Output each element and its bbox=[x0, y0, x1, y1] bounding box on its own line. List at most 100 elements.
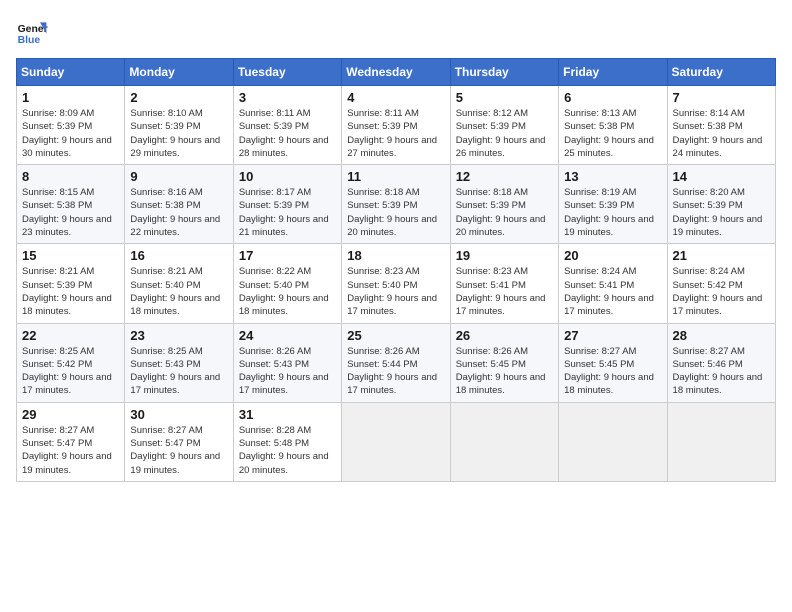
calendar-day-cell: 3 Sunrise: 8:11 AMSunset: 5:39 PMDaylight… bbox=[233, 86, 341, 165]
day-number: 13 bbox=[564, 169, 661, 184]
day-info: Sunrise: 8:22 AMSunset: 5:40 PMDaylight:… bbox=[239, 265, 336, 318]
calendar-day-cell: 28Sunrise: 8:27 AMSunset: 5:46 PMDayligh… bbox=[667, 323, 775, 402]
calendar-day-cell: 7Sunrise: 8:14 AMSunset: 5:38 PMDaylight… bbox=[667, 86, 775, 165]
calendar-day-cell: 26 Sunrise: 8:26 AMSunset: 5:45 PMDayligh… bbox=[450, 323, 558, 402]
day-info: Sunrise: 8:09 AMSunset: 5:39 PMDaylight:… bbox=[22, 107, 119, 160]
calendar-day-cell: 14 Sunrise: 8:20 AMSunset: 5:39 PMDayligh… bbox=[667, 165, 775, 244]
day-number: 22 bbox=[22, 328, 119, 343]
calendar-day-cell: 4 Sunrise: 8:11 AMSunset: 5:39 PMDaylight… bbox=[342, 86, 450, 165]
day-number: 9 bbox=[130, 169, 227, 184]
day-info: Sunrise: 8:20 AMSunset: 5:39 PMDaylight:… bbox=[673, 186, 770, 239]
calendar-day-cell: 30 Sunrise: 8:27 AMSunset: 5:47 PMDayligh… bbox=[125, 402, 233, 481]
day-info: Sunrise: 8:15 AMSunset: 5:38 PMDaylight:… bbox=[22, 186, 119, 239]
day-number: 18 bbox=[347, 248, 444, 263]
calendar-day-cell: 20 Sunrise: 8:24 AMSunset: 5:41 PMDayligh… bbox=[559, 244, 667, 323]
day-info: Sunrise: 8:28 AMSunset: 5:48 PMDaylight:… bbox=[239, 424, 336, 477]
day-number: 25 bbox=[347, 328, 444, 343]
calendar-day-cell: 13 Sunrise: 8:19 AMSunset: 5:39 PMDayligh… bbox=[559, 165, 667, 244]
calendar-day-cell: 15 Sunrise: 8:21 AMSunset: 5:39 PMDayligh… bbox=[17, 244, 125, 323]
day-info: Sunrise: 8:14 AMSunset: 5:38 PMDaylight:… bbox=[673, 107, 770, 160]
calendar-day-cell: 1 Sunrise: 8:09 AMSunset: 5:39 PMDaylight… bbox=[17, 86, 125, 165]
calendar-week-row: 22 Sunrise: 8:25 AMSunset: 5:42 PMDayligh… bbox=[17, 323, 776, 402]
calendar-week-row: 15 Sunrise: 8:21 AMSunset: 5:39 PMDayligh… bbox=[17, 244, 776, 323]
calendar-day-cell: 2 Sunrise: 8:10 AMSunset: 5:39 PMDaylight… bbox=[125, 86, 233, 165]
logo-icon: General Blue bbox=[16, 16, 48, 48]
column-header-friday: Friday bbox=[559, 59, 667, 86]
day-number: 24 bbox=[239, 328, 336, 343]
calendar-day-cell: 6 Sunrise: 8:13 AMSunset: 5:38 PMDaylight… bbox=[559, 86, 667, 165]
column-header-wednesday: Wednesday bbox=[342, 59, 450, 86]
calendar-day-cell: 22 Sunrise: 8:25 AMSunset: 5:42 PMDayligh… bbox=[17, 323, 125, 402]
calendar-day-cell: 16 Sunrise: 8:21 AMSunset: 5:40 PMDayligh… bbox=[125, 244, 233, 323]
calendar-day-cell: 31 Sunrise: 8:28 AMSunset: 5:48 PMDayligh… bbox=[233, 402, 341, 481]
day-info: Sunrise: 8:27 AMSunset: 5:47 PMDaylight:… bbox=[130, 424, 227, 477]
day-info: Sunrise: 8:19 AMSunset: 5:39 PMDaylight:… bbox=[564, 186, 661, 239]
day-number: 12 bbox=[456, 169, 553, 184]
empty-cell bbox=[667, 402, 775, 481]
calendar-week-row: 8 Sunrise: 8:15 AMSunset: 5:38 PMDaylight… bbox=[17, 165, 776, 244]
day-number: 10 bbox=[239, 169, 336, 184]
day-number: 1 bbox=[22, 90, 119, 105]
day-number: 23 bbox=[130, 328, 227, 343]
day-info: Sunrise: 8:25 AMSunset: 5:42 PMDaylight:… bbox=[22, 345, 119, 398]
page-header: General Blue bbox=[16, 16, 776, 48]
day-number: 16 bbox=[130, 248, 227, 263]
day-number: 31 bbox=[239, 407, 336, 422]
day-info: Sunrise: 8:13 AMSunset: 5:38 PMDaylight:… bbox=[564, 107, 661, 160]
day-info: Sunrise: 8:11 AMSunset: 5:39 PMDaylight:… bbox=[239, 107, 336, 160]
day-number: 17 bbox=[239, 248, 336, 263]
calendar-day-cell: 9 Sunrise: 8:16 AMSunset: 5:38 PMDaylight… bbox=[125, 165, 233, 244]
calendar-day-cell: 23Sunrise: 8:25 AMSunset: 5:43 PMDayligh… bbox=[125, 323, 233, 402]
day-number: 30 bbox=[130, 407, 227, 422]
day-info: Sunrise: 8:21 AMSunset: 5:40 PMDaylight:… bbox=[130, 265, 227, 318]
day-info: Sunrise: 8:23 AMSunset: 5:40 PMDaylight:… bbox=[347, 265, 444, 318]
day-info: Sunrise: 8:27 AMSunset: 5:46 PMDaylight:… bbox=[673, 345, 770, 398]
day-number: 26 bbox=[456, 328, 553, 343]
day-number: 2 bbox=[130, 90, 227, 105]
day-number: 15 bbox=[22, 248, 119, 263]
day-number: 27 bbox=[564, 328, 661, 343]
day-number: 3 bbox=[239, 90, 336, 105]
day-info: Sunrise: 8:11 AMSunset: 5:39 PMDaylight:… bbox=[347, 107, 444, 160]
calendar-day-cell: 11 Sunrise: 8:18 AMSunset: 5:39 PMDayligh… bbox=[342, 165, 450, 244]
calendar-day-cell: 18 Sunrise: 8:23 AMSunset: 5:40 PMDayligh… bbox=[342, 244, 450, 323]
calendar-day-cell: 29 Sunrise: 8:27 AMSunset: 5:47 PMDayligh… bbox=[17, 402, 125, 481]
empty-cell bbox=[342, 402, 450, 481]
calendar-week-row: 29 Sunrise: 8:27 AMSunset: 5:47 PMDayligh… bbox=[17, 402, 776, 481]
column-header-saturday: Saturday bbox=[667, 59, 775, 86]
day-number: 8 bbox=[22, 169, 119, 184]
day-info: Sunrise: 8:24 AMSunset: 5:42 PMDaylight:… bbox=[673, 265, 770, 318]
column-header-thursday: Thursday bbox=[450, 59, 558, 86]
calendar-header-row: SundayMondayTuesdayWednesdayThursdayFrid… bbox=[17, 59, 776, 86]
calendar-day-cell: 8 Sunrise: 8:15 AMSunset: 5:38 PMDaylight… bbox=[17, 165, 125, 244]
day-number: 14 bbox=[673, 169, 770, 184]
day-info: Sunrise: 8:16 AMSunset: 5:38 PMDaylight:… bbox=[130, 186, 227, 239]
calendar-day-cell: 25Sunrise: 8:26 AMSunset: 5:44 PMDayligh… bbox=[342, 323, 450, 402]
calendar-week-row: 1 Sunrise: 8:09 AMSunset: 5:39 PMDaylight… bbox=[17, 86, 776, 165]
day-info: Sunrise: 8:18 AMSunset: 5:39 PMDaylight:… bbox=[347, 186, 444, 239]
day-info: Sunrise: 8:26 AMSunset: 5:43 PMDaylight:… bbox=[239, 345, 336, 398]
day-number: 19 bbox=[456, 248, 553, 263]
day-number: 5 bbox=[456, 90, 553, 105]
calendar-day-cell: 12 Sunrise: 8:18 AMSunset: 5:39 PMDayligh… bbox=[450, 165, 558, 244]
day-info: Sunrise: 8:17 AMSunset: 5:39 PMDaylight:… bbox=[239, 186, 336, 239]
day-info: Sunrise: 8:21 AMSunset: 5:39 PMDaylight:… bbox=[22, 265, 119, 318]
column-header-sunday: Sunday bbox=[17, 59, 125, 86]
day-number: 4 bbox=[347, 90, 444, 105]
day-info: Sunrise: 8:27 AMSunset: 5:47 PMDaylight:… bbox=[22, 424, 119, 477]
day-number: 11 bbox=[347, 169, 444, 184]
column-header-tuesday: Tuesday bbox=[233, 59, 341, 86]
day-info: Sunrise: 8:10 AMSunset: 5:39 PMDaylight:… bbox=[130, 107, 227, 160]
day-number: 29 bbox=[22, 407, 119, 422]
calendar-day-cell: 27 Sunrise: 8:27 AMSunset: 5:45 PMDayligh… bbox=[559, 323, 667, 402]
day-number: 6 bbox=[564, 90, 661, 105]
calendar-day-cell: 5Sunrise: 8:12 AMSunset: 5:39 PMDaylight… bbox=[450, 86, 558, 165]
calendar-day-cell: 24 Sunrise: 8:26 AMSunset: 5:43 PMDayligh… bbox=[233, 323, 341, 402]
empty-cell bbox=[450, 402, 558, 481]
day-info: Sunrise: 8:24 AMSunset: 5:41 PMDaylight:… bbox=[564, 265, 661, 318]
day-info: Sunrise: 8:27 AMSunset: 5:45 PMDaylight:… bbox=[564, 345, 661, 398]
day-info: Sunrise: 8:26 AMSunset: 5:45 PMDaylight:… bbox=[456, 345, 553, 398]
day-info: Sunrise: 8:18 AMSunset: 5:39 PMDaylight:… bbox=[456, 186, 553, 239]
calendar-table: SundayMondayTuesdayWednesdayThursdayFrid… bbox=[16, 58, 776, 482]
day-number: 20 bbox=[564, 248, 661, 263]
